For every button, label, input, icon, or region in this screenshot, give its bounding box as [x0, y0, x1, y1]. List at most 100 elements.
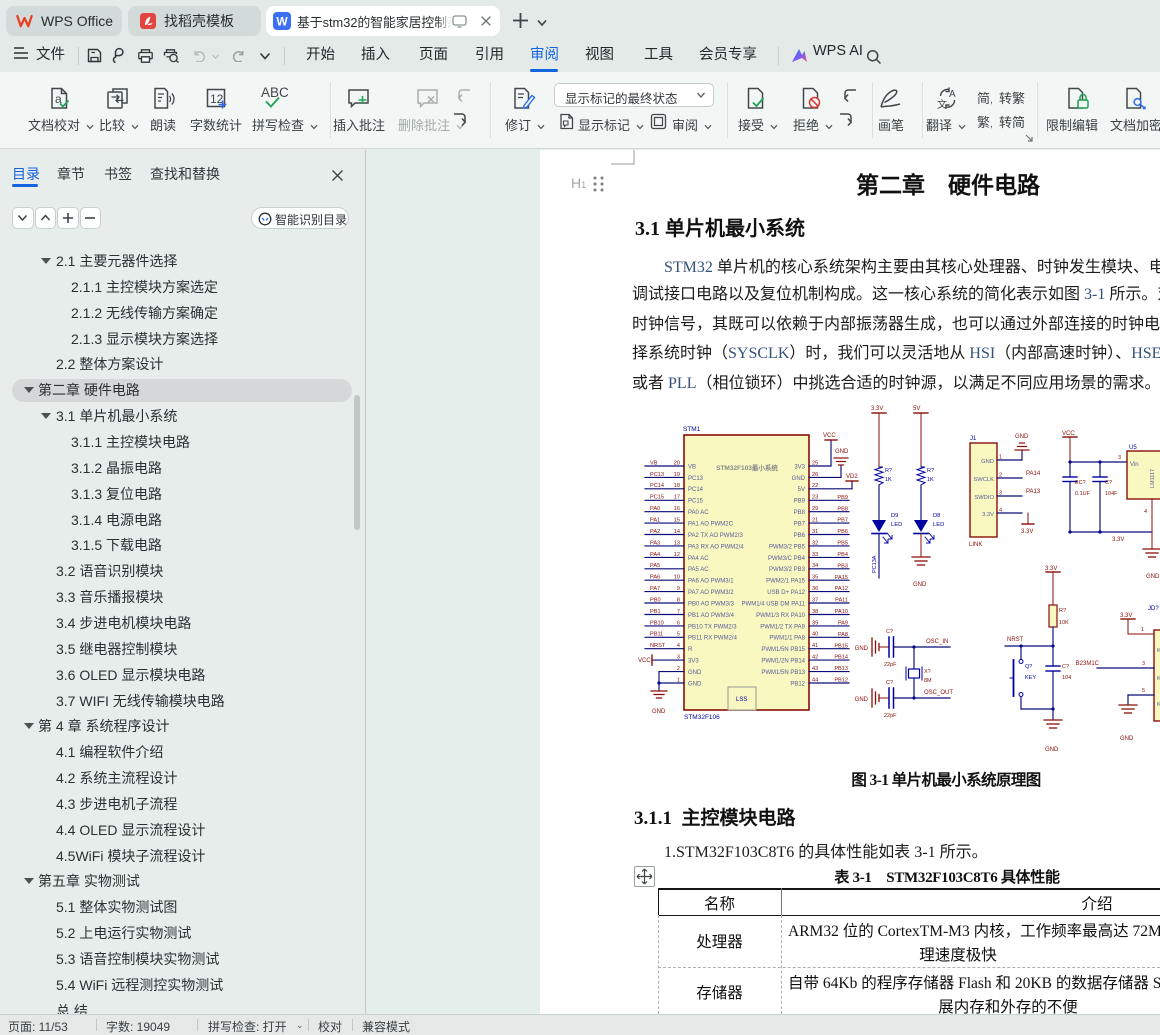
svg-text:3V3: 3V3 — [794, 464, 805, 470]
svg-text:16: 16 — [674, 506, 680, 512]
svg-text:PB1 AO PWM3/4: PB1 AO PWM3/4 — [688, 613, 735, 619]
svg-text:PB8: PB8 — [837, 506, 848, 512]
svg-text:3.3V: 3.3V — [1120, 613, 1132, 619]
svg-text:36: 36 — [812, 586, 818, 592]
svg-text:37: 37 — [812, 597, 818, 603]
svg-text:4: 4 — [1144, 509, 1147, 515]
svg-text:J1: J1 — [970, 436, 977, 442]
svg-text:1K: 1K — [885, 477, 892, 483]
svg-text:SWDIO: SWDIO — [974, 495, 994, 501]
svg-text:PWM1/5N PB15: PWM1/5N PB15 — [761, 647, 805, 653]
svg-text:LED: LED — [933, 522, 944, 528]
svg-text:GND: GND — [1015, 434, 1029, 440]
svg-text:C?: C? — [1105, 480, 1112, 486]
svg-text:2: 2 — [999, 473, 1002, 479]
svg-text:LED: LED — [891, 522, 902, 528]
svg-text:33: 33 — [812, 552, 818, 558]
svg-text:PB10 TX PWM2/3: PB10 TX PWM2/3 — [688, 624, 737, 630]
svg-text:PA7 AO PWM3/2: PA7 AO PWM3/2 — [688, 590, 734, 596]
svg-text:PWM1/3 RX PA10: PWM1/3 RX PA10 — [756, 613, 806, 619]
svg-text:5: 5 — [1142, 688, 1145, 694]
svg-text:VB: VB — [650, 460, 658, 466]
svg-text:9: 9 — [677, 586, 680, 592]
svg-text:29: 29 — [812, 506, 818, 512]
svg-text:PWM3/C PB4: PWM3/C PB4 — [768, 556, 806, 562]
svg-text:PC13: PC13 — [688, 476, 704, 482]
svg-text:3: 3 — [1142, 661, 1145, 667]
svg-text:PA13: PA13 — [1026, 489, 1041, 495]
svg-text:23: 23 — [812, 495, 818, 501]
svg-text:PA3 RX AO PWM2/4: PA3 RX AO PWM2/4 — [688, 544, 744, 550]
svg-text:X?: X? — [924, 669, 931, 675]
svg-text:R?: R? — [927, 468, 934, 474]
svg-text:C?: C? — [1062, 664, 1069, 670]
svg-text:OSC_OUT: OSC_OUT — [924, 690, 953, 696]
svg-text:35: 35 — [812, 575, 818, 581]
svg-text:PB10: PB10 — [650, 620, 664, 626]
svg-text:D9: D9 — [891, 513, 898, 519]
svg-text:PA1 AO PWM2C: PA1 AO PWM2C — [688, 522, 734, 528]
svg-text:PWM3/2 PB3: PWM3/2 PB3 — [769, 567, 806, 573]
svg-text:4: 4 — [999, 508, 1002, 514]
svg-text:GND: GND — [1120, 736, 1134, 742]
svg-text:1: 1 — [999, 455, 1002, 461]
svg-text:12: 12 — [674, 552, 680, 558]
svg-text:PWM3/2 PB5: PWM3/2 PB5 — [769, 544, 806, 550]
svg-text:5V: 5V — [913, 406, 920, 412]
svg-text:A: A — [949, 89, 956, 100]
svg-text:PB7: PB7 — [837, 518, 848, 524]
svg-text:STM1: STM1 — [683, 426, 701, 433]
svg-text:44: 44 — [812, 677, 818, 683]
svg-text:KEY: KEY — [1025, 675, 1036, 681]
svg-text:LINK: LINK — [969, 542, 982, 548]
svg-text:C?: C? — [886, 629, 893, 635]
svg-text:PC13A: PC13A — [872, 555, 878, 573]
svg-text:22pF: 22pF — [884, 662, 897, 668]
svg-text:PA15: PA15 — [835, 575, 848, 581]
svg-text:PA5: PA5 — [650, 563, 660, 569]
svg-text:R?: R? — [1059, 608, 1066, 614]
svg-text:PB3: PB3 — [837, 563, 848, 569]
svg-text:PB15: PB15 — [834, 643, 848, 649]
svg-text:25: 25 — [812, 460, 818, 466]
svg-text:19: 19 — [674, 472, 680, 478]
svg-text:PB12: PB12 — [834, 678, 848, 684]
svg-text:PWM1/1 PA8: PWM1/1 PA8 — [769, 636, 805, 642]
svg-text:PA8: PA8 — [838, 632, 848, 638]
svg-text:PB6: PB6 — [794, 533, 806, 539]
svg-text:PB14: PB14 — [834, 655, 848, 661]
svg-text:PB12: PB12 — [790, 681, 805, 687]
svg-text:PC14: PC14 — [688, 487, 704, 493]
svg-text:17: 17 — [674, 495, 680, 501]
svg-text:文: 文 — [937, 98, 947, 110]
svg-text:SWCLK: SWCLK — [973, 477, 994, 483]
svg-text:5V: 5V — [798, 487, 805, 493]
svg-text:PB1: PB1 — [650, 609, 661, 615]
svg-text:PB0: PB0 — [650, 597, 661, 603]
svg-text:8: 8 — [677, 597, 680, 603]
svg-text:PA6 AO PWM3/1: PA6 AO PWM3/1 — [688, 579, 734, 585]
svg-text:U5: U5 — [1129, 445, 1137, 451]
svg-text:10: 10 — [674, 575, 680, 581]
svg-text:PA2 TX AO PWM2/3: PA2 TX AO PWM2/3 — [688, 533, 743, 539]
svg-text:PA0: PA0 — [650, 506, 660, 512]
svg-text:15: 15 — [674, 518, 680, 524]
svg-text:VCC: VCC — [1062, 431, 1075, 437]
svg-text:39: 39 — [812, 620, 818, 626]
svg-text:GND: GND — [652, 709, 666, 715]
svg-text:B23M1C: B23M1C — [1076, 661, 1100, 667]
svg-text:PA3: PA3 — [650, 540, 660, 546]
svg-text:GND: GND — [688, 681, 702, 687]
svg-text:4: 4 — [677, 643, 680, 649]
svg-text:R?: R? — [885, 468, 892, 474]
svg-text:3.3V: 3.3V — [1112, 537, 1124, 543]
svg-text:PB11: PB11 — [650, 632, 663, 638]
svg-text:18: 18 — [674, 483, 680, 489]
svg-text:PWM1/2 TX PA9: PWM1/2 TX PA9 — [760, 624, 805, 630]
svg-text:PB7: PB7 — [794, 522, 806, 528]
svg-text:PC13: PC13 — [650, 472, 664, 478]
svg-text:31: 31 — [812, 529, 818, 535]
svg-text:PC14: PC14 — [650, 483, 664, 489]
svg-text:GND: GND — [855, 646, 869, 652]
svg-text:26: 26 — [812, 472, 818, 478]
